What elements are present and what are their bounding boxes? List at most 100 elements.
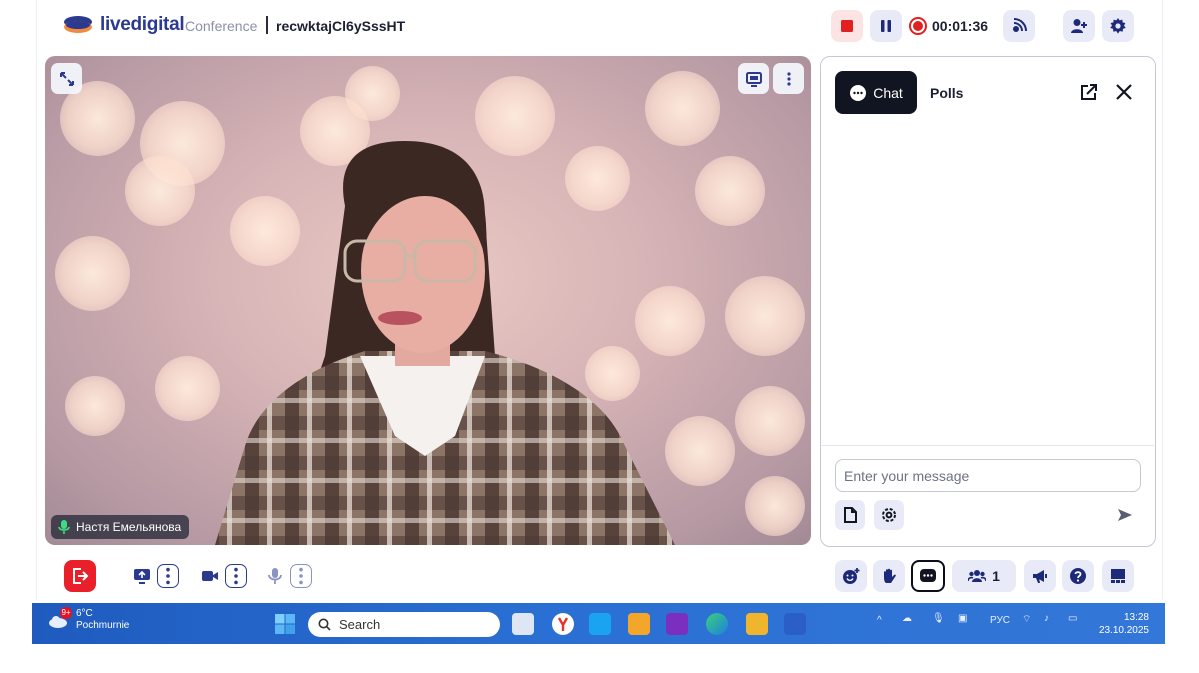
microphone-tray-icon[interactable]: 🎙 — [932, 613, 945, 624]
video-more-button[interactable] — [773, 63, 804, 94]
chat-icon — [920, 569, 936, 582]
stop-recording-icon — [841, 20, 853, 32]
weather-badge: 9+ — [60, 607, 72, 619]
screen-view-button[interactable] — [738, 63, 769, 94]
raise-hand-icon — [884, 568, 896, 583]
chat-settings-button[interactable] — [874, 500, 904, 530]
open-external-button[interactable] — [1077, 81, 1099, 103]
emoji-button[interactable] — [835, 560, 867, 592]
close-icon — [1116, 84, 1132, 100]
divider — [266, 16, 268, 34]
battery-icon[interactable]: ▭ — [1068, 613, 1077, 624]
edge-icon[interactable] — [706, 613, 728, 635]
chat-toggle-button[interactable] — [911, 560, 945, 592]
volume-icon[interactable]: ♪ — [1044, 613, 1049, 624]
send-button[interactable] — [1114, 504, 1136, 526]
wifi-icon[interactable]: ⌔ — [1022, 613, 1031, 626]
search-label: Search — [339, 617, 381, 632]
task-view-icon[interactable] — [512, 613, 534, 635]
expand-button[interactable] — [51, 63, 82, 94]
recording-dot-icon — [909, 17, 927, 35]
tab-polls[interactable]: Polls — [930, 85, 963, 101]
file-explorer-icon[interactable] — [746, 613, 768, 635]
gear-icon — [882, 508, 896, 522]
more-icon — [234, 567, 238, 585]
announce-button[interactable] — [1024, 560, 1056, 592]
screen-share-icon[interactable] — [133, 567, 151, 585]
participants-button[interactable]: 1 — [952, 560, 1016, 592]
microphone-options-button[interactable] — [290, 564, 312, 588]
screen-share-group — [128, 560, 184, 592]
layout-button[interactable] — [1102, 560, 1134, 592]
conference-app: livedigital Conference recwktajCl6ySssHT… — [36, 0, 1163, 600]
pause-button[interactable] — [870, 10, 902, 42]
tab-chat-label: Chat — [873, 84, 903, 101]
windows-start-icon[interactable] — [274, 613, 296, 635]
onenote-icon[interactable] — [666, 613, 688, 635]
weather-widget[interactable]: 6°C Pochmurnie — [76, 608, 129, 632]
participant-name: Настя Емельянова — [76, 520, 182, 534]
tab-chat[interactable]: Chat — [835, 71, 917, 114]
language-indicator[interactable]: РУС — [990, 615, 1010, 626]
camera-group — [196, 560, 252, 592]
participant-video — [215, 141, 675, 545]
expand-icon — [59, 71, 74, 86]
more-icon — [166, 567, 170, 585]
help-icon — [1070, 568, 1086, 584]
yandex-browser-icon[interactable] — [552, 613, 574, 635]
pause-icon — [881, 20, 891, 32]
timer-text: 00:01:36 — [932, 18, 989, 34]
taskbar-search[interactable]: Search — [308, 612, 500, 637]
chat-bubble-icon — [850, 84, 867, 101]
gear-icon — [1110, 18, 1126, 34]
announce-icon — [1033, 570, 1047, 583]
participants-icon — [968, 570, 987, 582]
chat-divider — [821, 445, 1154, 446]
broadcast-button[interactable] — [1003, 10, 1035, 42]
emoji-icon — [843, 568, 860, 584]
more-icon — [299, 567, 303, 585]
screen-tray-icon[interactable]: ▣ — [958, 613, 967, 624]
os-taskbar: 9+ 6°C Pochmurnie Search ^ ☁ 🎙 ▣ РУС ⌔ ♪… — [32, 603, 1165, 644]
recording-timer: 00:01:36 — [909, 14, 988, 38]
logo-icon — [64, 16, 92, 33]
layout-icon — [1111, 569, 1125, 583]
weather-temp: 6°C — [76, 608, 93, 619]
leave-icon — [73, 568, 89, 584]
tray-expand-icon[interactable]: ^ — [877, 615, 882, 626]
microphone-group — [261, 560, 317, 592]
video-tile: Настя Емельянова — [45, 56, 811, 545]
microphone-icon — [58, 520, 70, 534]
camera-icon[interactable] — [201, 567, 219, 585]
microphone-icon[interactable] — [266, 567, 284, 585]
brand-subtitle: Conference — [185, 18, 258, 34]
help-button[interactable] — [1062, 560, 1094, 592]
screen-share-options-button[interactable] — [157, 564, 179, 588]
more-icon — [786, 71, 791, 86]
onedrive-icon[interactable]: ☁ — [902, 613, 912, 624]
stop-recording-button[interactable] — [831, 10, 863, 42]
app-icon[interactable] — [589, 613, 611, 635]
sticky-notes-icon[interactable] — [628, 613, 650, 635]
header: livedigital Conference recwktajCl6ySssHT… — [37, 0, 1164, 52]
add-user-button[interactable] — [1063, 10, 1095, 42]
send-icon — [1118, 509, 1132, 521]
close-chat-button[interactable] — [1113, 81, 1135, 103]
message-input[interactable] — [835, 459, 1141, 492]
leave-button[interactable] — [64, 560, 96, 592]
broadcast-icon — [1013, 18, 1027, 32]
clock-date: 23.10.2025 — [1098, 625, 1149, 636]
participant-name-tag: Настя Емельянова — [51, 515, 190, 539]
open-external-icon — [1080, 83, 1097, 100]
settings-button[interactable] — [1102, 10, 1134, 42]
weather-desc: Pochmurnie — [76, 620, 130, 631]
taskbar-clock[interactable]: 13:28 23.10.2025 — [1099, 611, 1149, 637]
raise-hand-button[interactable] — [873, 560, 905, 592]
word-icon[interactable] — [784, 613, 806, 635]
attach-file-button[interactable] — [835, 500, 865, 530]
chat-panel: Chat Polls — [820, 56, 1156, 547]
search-icon — [318, 618, 331, 631]
screen-icon — [745, 71, 762, 87]
camera-options-button[interactable] — [225, 564, 247, 588]
room-id: recwktajCl6ySssHT — [276, 18, 406, 34]
